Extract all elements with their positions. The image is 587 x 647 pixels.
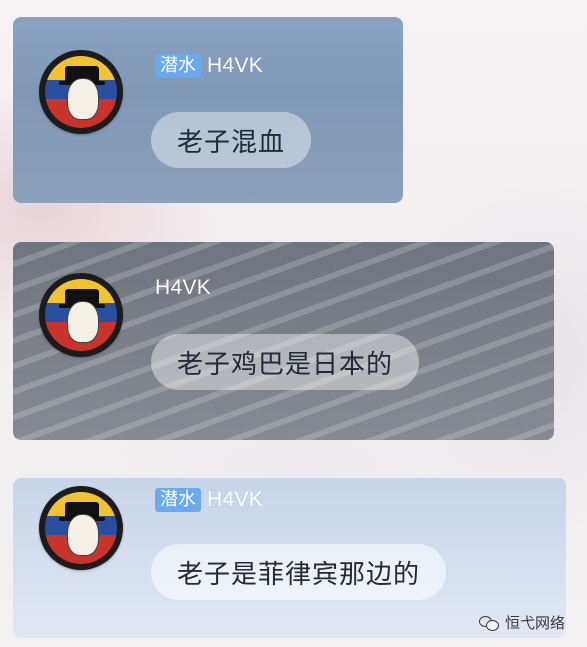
user-avatar[interactable] [39,50,123,134]
chat-message-card: 潜水 H4VK 老子混血 [13,17,403,203]
wechat-icon [478,615,499,631]
sender-row: H4VK [155,275,211,301]
message-bubble[interactable]: 老子鸡巴是日本的 [151,334,420,390]
avatar-image [45,492,117,564]
meme-face-icon [67,301,99,343]
meme-face-icon [67,514,99,556]
watermark-text: 恒弋网络 [504,614,565,632]
message-bubble[interactable]: 老子混血 [151,112,312,168]
avatar-image [45,56,117,128]
message-bubble[interactable]: 老子是菲律宾那边的 [151,544,447,600]
rank-badge: 潜水 [155,488,201,512]
rank-badge: 潜水 [155,54,201,78]
chat-message-card: H4VK 老子鸡巴是日本的 [13,242,554,440]
watermark: 恒弋网络 [478,612,565,633]
sender-name[interactable]: H4VK [155,276,211,300]
user-avatar[interactable] [39,486,123,570]
sender-row: 潜水 H4VK [155,487,263,513]
meme-face-icon [67,78,99,120]
sender-name[interactable]: H4VK [207,488,263,512]
sender-row: 潜水 H4VK [155,53,263,79]
avatar-image [45,279,117,351]
user-avatar[interactable] [39,273,123,357]
sender-name[interactable]: H4VK [207,54,263,78]
